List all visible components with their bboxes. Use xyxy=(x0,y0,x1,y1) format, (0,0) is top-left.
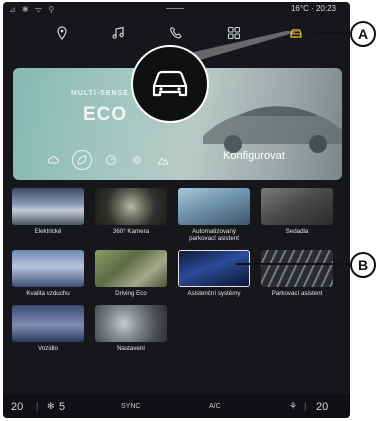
callout-a: A xyxy=(350,21,376,47)
callout-b: B xyxy=(350,252,376,278)
car-front-icon xyxy=(152,70,188,97)
zoomed-car-icon xyxy=(131,45,209,123)
callout-a-line xyxy=(314,32,350,34)
callout-b-line xyxy=(236,263,350,265)
